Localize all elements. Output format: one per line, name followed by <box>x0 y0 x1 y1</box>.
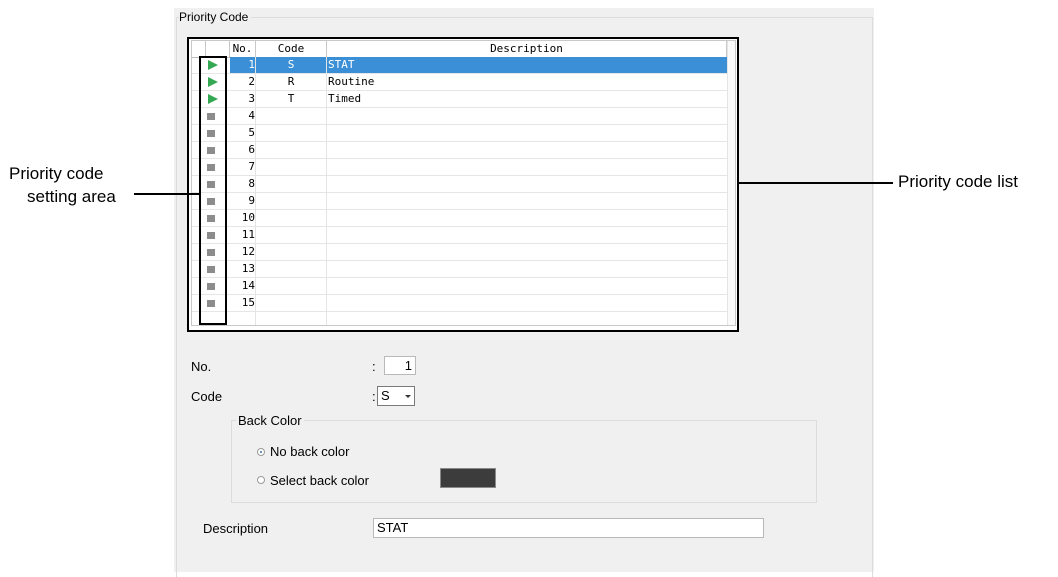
table-row[interactable]: 5 <box>192 125 727 142</box>
row-description: Timed <box>328 92 362 105</box>
row-no: 5 <box>248 126 255 139</box>
row-description <box>328 193 723 209</box>
row-no: 1 <box>248 58 255 71</box>
priority-code-list[interactable]: No. Code Description 1 S STAT 2 R Routine 3 T Ti… <box>191 40 736 326</box>
row-description <box>328 142 723 158</box>
row-description <box>328 278 723 294</box>
no-colon: : <box>372 359 376 374</box>
row-no: 9 <box>248 194 255 207</box>
row-description <box>328 125 723 141</box>
no-back-color-radio[interactable] <box>257 448 265 456</box>
row-no: 13 <box>241 262 255 275</box>
col-divider <box>326 57 327 325</box>
callout-line-right <box>738 182 893 184</box>
select-back-color-radio[interactable] <box>257 476 265 484</box>
description-label: Description <box>203 521 269 536</box>
row-no: 10 <box>241 211 255 224</box>
table-row[interactable]: 6 <box>192 142 727 159</box>
row-description: STAT <box>328 58 355 71</box>
callout-setting-area-line1: Priority code <box>9 164 104 183</box>
row-description <box>328 176 723 192</box>
row-code <box>256 261 326 277</box>
row-description <box>328 108 723 124</box>
back-color-swatch[interactable] <box>440 468 496 488</box>
row-code <box>256 108 326 124</box>
table-row[interactable]: 8 <box>192 176 727 193</box>
list-scrollbar[interactable] <box>727 41 735 325</box>
table-row[interactable]: 11 <box>192 227 727 244</box>
row-no: 15 <box>241 296 255 309</box>
header-description[interactable]: Description <box>327 41 727 57</box>
back-color-group <box>231 420 817 503</box>
table-row[interactable]: 14 <box>192 278 727 295</box>
row-code: T <box>287 92 295 105</box>
row-no: 7 <box>248 160 255 173</box>
table-row[interactable]: 2 R Routine <box>192 74 727 91</box>
callout-line-left <box>134 193 200 195</box>
group-title: Priority Code <box>179 10 252 24</box>
callout-setting-area-line2: setting area <box>27 187 116 206</box>
table-row[interactable]: 4 <box>192 108 727 125</box>
row-code <box>256 176 326 192</box>
callout-list: Priority code list <box>898 172 1018 191</box>
code-dropdown-value: S <box>381 388 390 403</box>
row-description <box>328 244 723 260</box>
row-code <box>256 210 326 226</box>
row-code <box>256 295 326 311</box>
row-no: 4 <box>248 109 255 122</box>
back-color-title: Back Color <box>236 413 304 428</box>
row-code: S <box>287 58 295 71</box>
table-row[interactable]: 13 <box>192 261 727 278</box>
select-back-color-label[interactable]: Select back color <box>270 473 369 488</box>
row-description: Routine <box>328 75 375 88</box>
list-header: No. Code Description <box>192 41 735 58</box>
row-description <box>328 295 723 311</box>
row-code <box>256 278 326 294</box>
row-no: 6 <box>248 143 255 156</box>
table-row[interactable]: 10 <box>192 210 727 227</box>
row-code <box>256 159 326 175</box>
chevron-down-icon[interactable] <box>405 395 411 398</box>
row-no: 14 <box>241 279 255 292</box>
header-blank <box>192 41 206 57</box>
row-code <box>256 142 326 158</box>
table-row[interactable]: 3 T Timed <box>192 91 727 108</box>
header-indicator <box>206 41 230 57</box>
table-row[interactable]: 1 S STAT <box>192 57 727 74</box>
row-code: R <box>287 75 295 88</box>
row-no: 3 <box>248 92 255 105</box>
header-code[interactable]: Code <box>256 41 327 57</box>
row-no: 12 <box>241 245 255 258</box>
code-label: Code <box>191 389 223 404</box>
row-no: 2 <box>248 75 255 88</box>
row-no: 8 <box>248 177 255 190</box>
col-divider <box>255 57 256 325</box>
row-code <box>256 125 326 141</box>
no-field[interactable]: 1 <box>384 356 416 375</box>
table-row[interactable]: 15 <box>192 295 727 312</box>
table-row[interactable]: 12 <box>192 244 727 261</box>
code-dropdown[interactable]: S <box>377 386 415 406</box>
priority-code-setting-area-highlight <box>199 56 227 325</box>
row-no: 11 <box>241 228 255 241</box>
row-code <box>256 193 326 209</box>
row-description <box>328 159 723 175</box>
row-description <box>328 210 723 226</box>
header-no[interactable]: No. <box>230 41 256 57</box>
table-row[interactable]: 7 <box>192 159 727 176</box>
description-input[interactable]: STAT <box>373 518 764 538</box>
row-code <box>256 244 326 260</box>
no-back-color-label[interactable]: No back color <box>270 444 349 459</box>
row-description <box>328 261 723 277</box>
table-row[interactable]: 9 <box>192 193 727 210</box>
code-colon: : <box>372 389 376 404</box>
row-description <box>328 227 723 243</box>
row-code <box>256 227 326 243</box>
no-label: No. <box>191 359 212 374</box>
